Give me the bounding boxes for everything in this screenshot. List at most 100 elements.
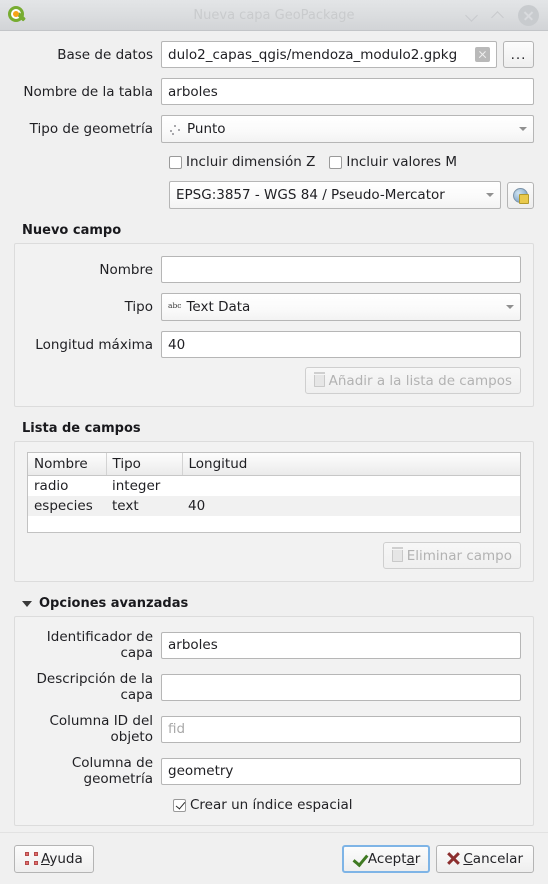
cell-longitud: 40 [182, 496, 520, 516]
checkbox-box-spatial-index [173, 798, 186, 812]
crs-combo[interactable]: EPSG:3857 - WGS 84 / Pseudo-Mercator [169, 181, 501, 209]
cell-tipo: text [106, 496, 182, 516]
table-name-input[interactable]: arboles [161, 78, 534, 105]
add-field-button-row: Añadir a la lista de campos [27, 367, 521, 394]
delete-field-button-row: Eliminar campo [27, 542, 521, 569]
advanced-section-toggle[interactable]: Opciones avanzadas [22, 596, 534, 611]
point-geometry-icon [168, 122, 182, 136]
database-label: Base de datos [57, 46, 153, 63]
geometry-column-input[interactable]: geometry [161, 757, 521, 785]
geometry-type-row: Tipo de geometría Punto [14, 115, 534, 143]
spatial-index-label: Crear un índice espacial [190, 797, 353, 813]
field-list-table: Nombre Tipo Longitud radio integer espec… [28, 453, 520, 532]
minimize-icon[interactable] [465, 8, 480, 22]
title-bar[interactable]: Nueva capa GeoPackage [0, 0, 548, 31]
checkbox-box-m [329, 155, 343, 169]
cancel-button[interactable]: Cancelar [436, 844, 534, 873]
feature-id-column-label: Columna ID del objeto [49, 713, 153, 745]
help-button[interactable]: Ayuda [14, 844, 94, 873]
check-icon [352, 852, 366, 865]
spatial-index-checkbox[interactable]: Crear un índice espacial [173, 797, 353, 813]
geometry-column-row: Columna de geometría geometry [27, 755, 521, 787]
maximize-icon[interactable] [491, 8, 506, 24]
field-type-row: Tipo abc Text Data [27, 293, 521, 321]
field-list-table-wrapper[interactable]: Nombre Tipo Longitud radio integer espec… [27, 452, 521, 533]
field-type-value: Text Data [186, 299, 251, 315]
advanced-group: Identificador de capa arboles Descripció… [14, 616, 534, 826]
field-list-section-title: Lista de campos [22, 421, 141, 436]
include-m-checkbox[interactable]: Incluir valores M [329, 154, 457, 170]
field-length-row: Longitud máxima 40 [27, 331, 521, 358]
database-row: Base de datos dulo2_capas_qgis/mendoza_m… [14, 41, 534, 68]
feature-id-column-placeholder: fid [168, 721, 186, 737]
dialog-footer: Ayuda Aceptar Cancelar [0, 832, 548, 884]
table-row[interactable]: radio integer [28, 476, 520, 497]
cell-longitud [182, 476, 520, 497]
database-input[interactable]: dulo2_capas_qgis/mendoza_modulo2.gpkg [161, 41, 497, 68]
field-name-label: Nombre [99, 261, 153, 278]
feature-id-column-input[interactable]: fid [161, 715, 521, 743]
geometry-type-label: Tipo de geometría [29, 121, 153, 137]
crs-select-button[interactable] [507, 181, 534, 209]
add-field-label: Añadir a la lista de campos [328, 372, 512, 389]
table-header-row: Nombre Tipo Longitud [28, 453, 520, 476]
geometry-type-value: Punto [187, 121, 226, 137]
cross-icon [447, 852, 460, 865]
column-header-longitud[interactable]: Longitud [182, 453, 520, 476]
field-type-label: Tipo [124, 299, 153, 315]
table-row[interactable]: especies text 40 [28, 496, 520, 516]
accept-button[interactable]: Aceptar [341, 844, 431, 873]
delete-field-label: Eliminar campo [406, 547, 512, 564]
database-browse-button[interactable]: ... [503, 41, 534, 68]
database-value: dulo2_capas_qgis/mendoza_modulo2.gpkg [168, 46, 458, 63]
triangle-down-icon [22, 600, 32, 607]
spatial-index-row: Crear un índice espacial [27, 797, 521, 813]
qgis-logo-icon [6, 4, 28, 26]
add-field-icon [313, 371, 325, 387]
field-length-label: Longitud máxima [35, 336, 153, 353]
cell-nombre: especies [28, 496, 106, 516]
table-empty-row [28, 516, 520, 532]
help-label: Ayuda [41, 850, 83, 867]
close-icon[interactable] [518, 4, 539, 26]
globe-crs-icon [513, 187, 529, 204]
field-length-input[interactable]: 40 [161, 331, 521, 358]
table-name-row: Nombre de la tabla arboles [14, 78, 534, 105]
chevron-down-icon [486, 193, 494, 197]
field-type-combo[interactable]: abc Text Data [161, 293, 521, 321]
field-list-group: Nombre Tipo Longitud radio integer espec… [14, 441, 534, 582]
crs-value: EPSG:3857 - WGS 84 / Pseudo-Mercator [176, 187, 445, 203]
layer-identifier-label: Identificador de capa [46, 629, 153, 661]
clear-icon[interactable] [475, 47, 490, 62]
crs-row: EPSG:3857 - WGS 84 / Pseudo-Mercator [14, 181, 534, 209]
cancel-label: Cancelar [463, 850, 523, 867]
include-z-checkbox[interactable]: Incluir dimensión Z [169, 154, 315, 170]
geometry-column-label: Columna de geometría [71, 755, 153, 787]
chevron-down-icon [506, 305, 514, 309]
layer-identifier-value: arboles [168, 637, 218, 653]
dimension-options-row: Incluir dimensión Z Incluir valores M [14, 154, 534, 170]
advanced-section-title: Opciones avanzadas [39, 596, 189, 611]
layer-description-label: Descripción de la capa [36, 671, 154, 703]
checkbox-box-z [169, 155, 182, 169]
column-header-nombre[interactable]: Nombre [28, 453, 107, 476]
new-field-section-title: Nuevo campo [22, 223, 122, 238]
include-z-label: Incluir dimensión Z [186, 154, 316, 170]
layer-description-row: Descripción de la capa [27, 671, 521, 703]
layer-identifier-input[interactable]: arboles [161, 631, 521, 659]
layer-description-input[interactable] [161, 673, 521, 701]
table-name-label: Nombre de la tabla [23, 83, 153, 100]
geometry-type-combo[interactable]: Punto [161, 115, 534, 143]
window-controls [465, 4, 548, 26]
geometry-column-value: geometry [168, 763, 234, 779]
cell-nombre: radio [34, 478, 69, 494]
add-field-button[interactable]: Añadir a la lista de campos [304, 367, 521, 394]
chevron-down-icon [519, 127, 527, 131]
layer-identifier-row: Identificador de capa arboles [27, 629, 521, 661]
column-header-tipo[interactable]: Tipo [106, 453, 183, 476]
delete-field-button[interactable]: Eliminar campo [382, 542, 521, 569]
cell-tipo: integer [112, 478, 161, 494]
field-length-value: 40 [168, 336, 186, 353]
field-name-input[interactable] [161, 256, 521, 283]
include-m-label: Incluir valores M [346, 154, 458, 170]
